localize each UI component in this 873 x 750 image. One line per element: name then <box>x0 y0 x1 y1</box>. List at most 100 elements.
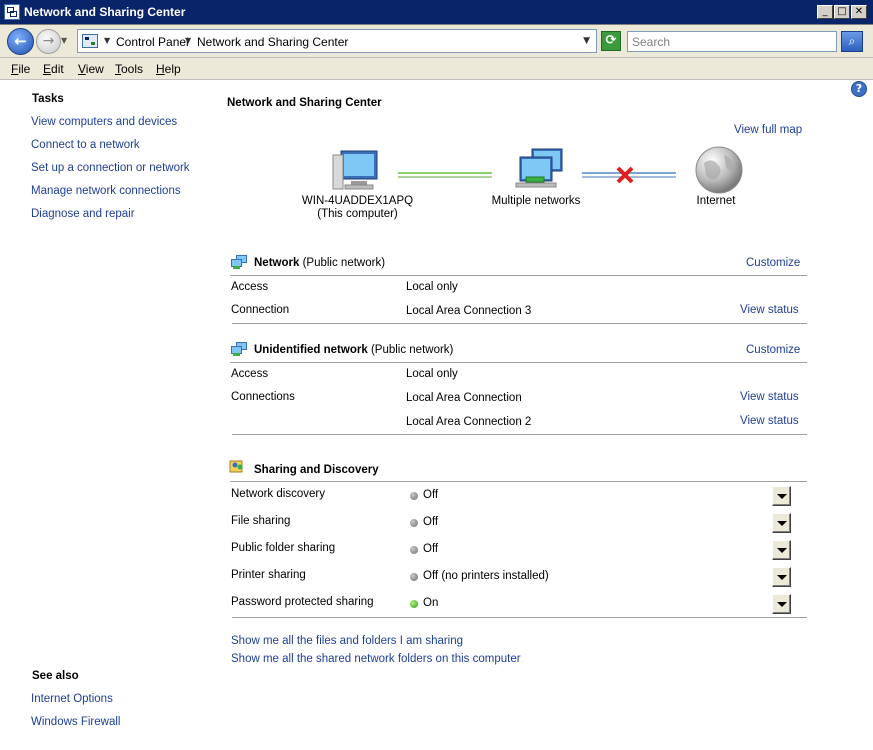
task-setup-connection[interactable]: Set up a connection or network <box>31 162 190 174</box>
breadcrumb-control-panel[interactable]: Control Panel <box>116 35 189 49</box>
network1-access-value: Local only <box>406 281 458 293</box>
divider <box>232 434 807 435</box>
menu-help[interactable]: Help <box>156 62 181 76</box>
menu-view[interactable]: View <box>78 62 104 76</box>
address-dropdown-icon[interactable]: ▼ <box>583 36 590 46</box>
menu-bar: File Edit View Tools Help <box>0 58 873 80</box>
status-off-icon <box>410 492 418 500</box>
forward-button[interactable]: → <box>36 29 61 54</box>
see-also-heading: See also <box>32 670 79 682</box>
sharing-row-value: Off <box>423 516 439 528</box>
task-view-computers[interactable]: View computers and devices <box>31 116 177 128</box>
minimize-button[interactable]: _ <box>817 5 833 19</box>
title-bar: Network and Sharing Center _ □ ✕ <box>0 0 873 25</box>
help-icon[interactable]: ? <box>851 81 867 97</box>
task-diagnose-repair[interactable]: Diagnose and repair <box>31 208 135 220</box>
menu-edit-accel: E <box>43 62 52 76</box>
address-bar[interactable]: ▼ Control Panel ▼ Network and Sharing Ce… <box>77 29 597 53</box>
link-internet-options[interactable]: Internet Options <box>31 693 113 705</box>
network1-customize-link[interactable]: Customize <box>746 257 800 269</box>
maximize-button[interactable]: □ <box>834 5 850 19</box>
sharing-row-value: Off <box>423 489 439 501</box>
internet-label: Internet <box>696 195 736 207</box>
network2-header: Unidentified network (Public network) <box>254 344 453 356</box>
network2-view-status-link[interactable]: View status <box>740 391 799 403</box>
disconnected-x-icon <box>616 166 634 184</box>
breadcrumb-separator-icon[interactable]: ▼ <box>185 36 191 45</box>
multiple-networks-icon[interactable] <box>512 147 568 195</box>
sharing-row-label: Public folder sharing <box>231 542 336 554</box>
menu-view-accel: V <box>78 62 86 76</box>
refresh-button[interactable]: ⟳ <box>601 31 621 51</box>
navigation-bar: ← → ▼ ▼ Control Panel ▼ Network and Shar… <box>0 25 873 58</box>
expand-public-folder-sharing-button[interactable] <box>772 540 791 560</box>
computer-name-label: WIN-4UADDEX1APQ <box>301 195 414 207</box>
divider <box>230 481 807 482</box>
sharing-row-value: On <box>423 597 439 609</box>
status-on-icon <box>410 600 418 608</box>
sharing-icon <box>229 460 243 473</box>
network1-header: Network (Public network) <box>254 257 385 269</box>
show-shared-files-link[interactable]: Show me all the files and folders I am s… <box>231 635 463 647</box>
sharing-row-label: Network discovery <box>231 488 325 500</box>
network1-name: Network <box>254 257 300 269</box>
network-icon <box>231 342 247 356</box>
network1-view-status-link[interactable]: View status <box>740 304 799 316</box>
sharing-heading: Sharing and Discovery <box>254 464 379 476</box>
menu-view-rest: iew <box>85 62 104 76</box>
view-full-map-link[interactable]: View full map <box>734 124 802 136</box>
network-icon <box>231 255 247 269</box>
status-off-icon <box>410 573 418 581</box>
status-off-icon <box>410 546 418 554</box>
menu-edit[interactable]: Edit <box>43 62 64 76</box>
page-title: Network and Sharing Center <box>227 97 382 109</box>
breadcrumb-separator-icon[interactable]: ▼ <box>104 36 110 45</box>
network2-connection-value: Local Area Connection <box>406 392 522 404</box>
expand-printer-sharing-button[interactable] <box>772 567 791 587</box>
menu-help-rest: elp <box>164 62 181 76</box>
recent-pages-dropdown-icon[interactable]: ▼ <box>61 36 67 45</box>
network2-customize-link[interactable]: Customize <box>746 344 800 356</box>
task-connect-network[interactable]: Connect to a network <box>31 139 140 151</box>
search-button[interactable]: ⌕ <box>841 31 863 52</box>
sharing-row-value: Off <box>423 543 439 555</box>
network2-type: (Public network) <box>370 344 454 356</box>
network1-access-label: Access <box>231 281 269 293</box>
menu-help-accel: H <box>156 62 165 76</box>
connection-line-green <box>398 172 492 178</box>
show-shared-folders-link[interactable]: Show me all the shared network folders o… <box>231 653 521 665</box>
network2-connection-value: Local Area Connection 2 <box>406 416 532 428</box>
network2-name: Unidentified network <box>254 344 368 356</box>
network1-type: (Public network) <box>302 257 386 269</box>
expand-file-sharing-button[interactable] <box>772 513 791 533</box>
expand-network-discovery-button[interactable] <box>772 486 791 506</box>
close-button[interactable]: ✕ <box>851 5 867 19</box>
expand-password-sharing-button[interactable] <box>772 594 791 614</box>
status-off-icon <box>410 519 418 527</box>
divider <box>232 617 807 618</box>
menu-file[interactable]: File <box>11 62 30 76</box>
multiple-networks-label: Multiple networks <box>491 195 581 207</box>
menu-edit-rest: dit <box>51 62 64 76</box>
divider <box>230 362 807 363</box>
network1-connection-label: Connection <box>231 304 290 316</box>
link-windows-firewall[interactable]: Windows Firewall <box>31 716 120 728</box>
network-center-icon <box>4 4 20 20</box>
tasks-heading: Tasks <box>32 93 64 105</box>
menu-tools-rest: ools <box>121 62 144 76</box>
search-input[interactable]: Search <box>627 31 837 52</box>
sharing-row-label: File sharing <box>231 515 291 527</box>
this-computer-icon[interactable] <box>325 147 385 195</box>
back-button[interactable]: ← <box>7 28 34 55</box>
divider <box>232 323 807 324</box>
task-manage-connections[interactable]: Manage network connections <box>31 185 181 197</box>
sharing-row-label: Printer sharing <box>231 569 306 581</box>
menu-file-rest: ile <box>18 62 31 76</box>
internet-globe-icon[interactable] <box>694 145 744 195</box>
content-area: ? Tasks View computers and devices Conne… <box>0 81 873 750</box>
sharing-row-label: Password protected sharing <box>231 596 374 608</box>
window-title: Network and Sharing Center <box>24 5 186 19</box>
breadcrumb-network-center[interactable]: Network and Sharing Center <box>197 35 348 49</box>
menu-tools[interactable]: Tools <box>115 62 143 76</box>
network2-view-status-link[interactable]: View status <box>740 415 799 427</box>
